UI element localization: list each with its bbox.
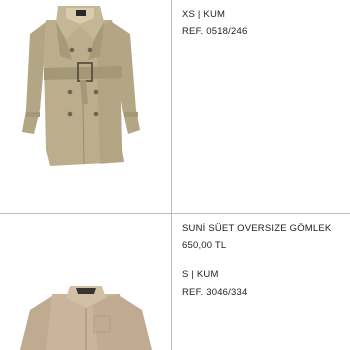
order-items-grid: XS | KUM REF. 0518/246 SUNİ SÜET OVERSIZ… bbox=[0, 0, 350, 350]
product-image-trench-coat[interactable] bbox=[0, 0, 171, 213]
product-ref: REF. 0518/246 bbox=[182, 26, 248, 37]
product-size-color: S | KUM bbox=[182, 269, 219, 280]
product-ref: REF. 3046/334 bbox=[182, 287, 248, 298]
product-size-color: XS | KUM bbox=[182, 9, 226, 20]
product-price: 650,00 TL bbox=[182, 240, 227, 251]
product-row: SUNİ SÜET OVERSIZE GÖMLEK 650,00 TL S | … bbox=[0, 214, 350, 350]
product-info: SUNİ SÜET OVERSIZE GÖMLEK 650,00 TL S | … bbox=[172, 214, 350, 350]
product-name[interactable]: SUNİ SÜET OVERSIZE GÖMLEK bbox=[182, 223, 331, 234]
product-row: XS | KUM REF. 0518/246 bbox=[0, 0, 350, 213]
product-info: XS | KUM REF. 0518/246 bbox=[172, 0, 350, 213]
product-image-oversize-shirt[interactable] bbox=[0, 214, 171, 350]
